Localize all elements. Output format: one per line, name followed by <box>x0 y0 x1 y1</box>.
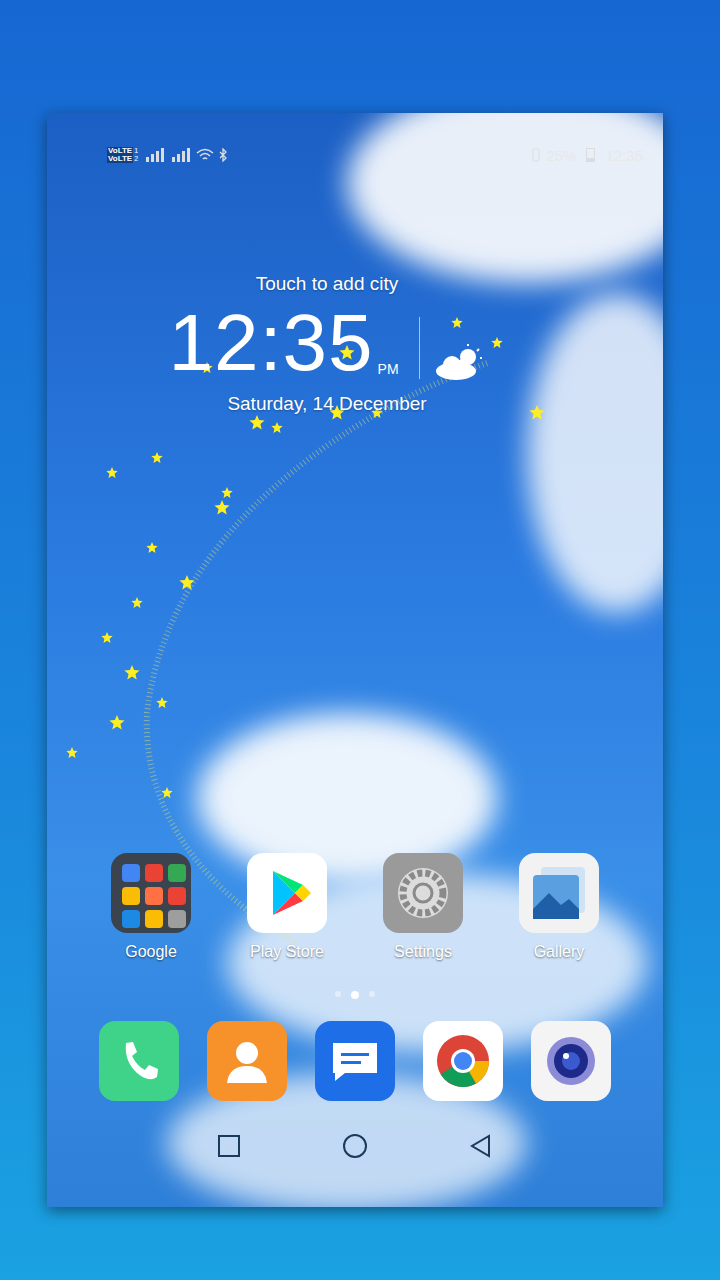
app-shortcut[interactable]: Play Store <box>219 853 355 961</box>
bluetooth-icon <box>218 148 228 162</box>
partly-cloudy-icon <box>432 343 486 383</box>
app-shortcut[interactable]: Gallery <box>491 853 627 961</box>
page-dot[interactable] <box>369 991 375 997</box>
nav-button[interactable] <box>340 1131 370 1161</box>
app-shortcut[interactable]: Settings <box>355 853 491 961</box>
clock-date: Saturday, 14 December <box>227 393 426 415</box>
dock-app[interactable] <box>315 1021 395 1101</box>
chrome-icon[interactable] <box>423 1021 503 1101</box>
signal-icon <box>144 148 166 162</box>
clock-meridiem: PM <box>378 361 399 377</box>
dock-app[interactable] <box>531 1021 611 1101</box>
add-city-prompt[interactable]: Touch to add city <box>256 273 399 295</box>
battery-percent: 25% <box>546 147 576 164</box>
signal-icon <box>170 148 192 162</box>
navigation-bar <box>47 1101 663 1207</box>
page-dot[interactable] <box>335 991 341 997</box>
wifi-icon <box>196 148 214 162</box>
play-store-icon[interactable] <box>247 853 327 933</box>
vibrate-icon <box>530 148 542 162</box>
clock-time: 12:35 <box>168 303 373 383</box>
app-label: Settings <box>394 943 452 961</box>
dock-app[interactable] <box>207 1021 287 1101</box>
camera-icon[interactable] <box>531 1021 611 1101</box>
battery-icon <box>586 148 595 162</box>
page-indicator <box>47 991 663 999</box>
messages-icon[interactable] <box>315 1021 395 1101</box>
gear-icon[interactable] <box>383 853 463 933</box>
sim-badge: VoLTE1 <box>107 147 138 155</box>
google-folder-icon[interactable] <box>111 853 191 933</box>
app-grid: Google Play Store Settings Gallery <box>47 853 663 961</box>
dock <box>47 1021 663 1101</box>
page-dot[interactable] <box>351 991 359 999</box>
app-shortcut[interactable]: Google <box>83 853 219 961</box>
status-time: 12:35 <box>605 147 643 164</box>
app-label: Gallery <box>534 943 585 961</box>
dock-app[interactable] <box>99 1021 179 1101</box>
promo-background: VoLTE1VoLTE2 25% 12:35 Touch to add city 12:… <box>0 0 720 1280</box>
sim-badge: VoLTE2 <box>107 155 138 163</box>
nav-button[interactable] <box>214 1131 244 1161</box>
app-label: Google <box>125 943 177 961</box>
gallery-icon[interactable] <box>519 853 599 933</box>
dock-app[interactable] <box>423 1021 503 1101</box>
home-icon[interactable] <box>341 1132 369 1160</box>
phone-screen: VoLTE1VoLTE2 25% 12:35 Touch to add city 12:… <box>47 113 663 1207</box>
phone-icon[interactable] <box>99 1021 179 1101</box>
weather-clock-widget[interactable]: Touch to add city 12:35 PM Saturday, 14 Dec… <box>157 273 497 415</box>
back-icon[interactable] <box>468 1133 494 1159</box>
app-label: Play Store <box>250 943 324 961</box>
nav-button[interactable] <box>466 1131 496 1161</box>
status-bar: VoLTE1VoLTE2 25% 12:35 <box>47 113 663 171</box>
contacts-icon[interactable] <box>207 1021 287 1101</box>
recents-icon[interactable] <box>216 1133 242 1159</box>
